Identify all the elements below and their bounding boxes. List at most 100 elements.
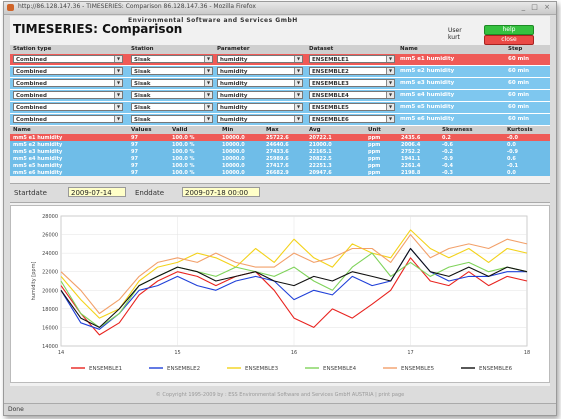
y-tick-label: 22000 <box>42 270 58 276</box>
dropdown-arrow-icon[interactable]: ▼ <box>114 116 122 122</box>
dropdown-arrow-icon[interactable]: ▼ <box>114 56 122 62</box>
statistics-table: Name Values Valid Min Max Avg Unit σ Ske… <box>10 126 550 176</box>
enddate-input[interactable]: 2009-07-18 00:00 <box>182 187 260 197</box>
col-station-type: Station type <box>13 46 52 52</box>
station-select[interactable]: Sisak ▼ <box>131 79 213 87</box>
dataset-select[interactable]: ENSEMBLE1 ▼ <box>309 55 395 63</box>
stat-col-kurtosis: Kurtosis <box>507 127 533 133</box>
dataset-select[interactable]: ENSEMBLE3 ▼ <box>309 79 395 87</box>
stat-col-max: Max <box>266 127 279 133</box>
dropdown-arrow-icon[interactable]: ▼ <box>386 92 394 98</box>
statistics-header: Name Values Valid Min Max Avg Unit σ Ske… <box>10 126 550 134</box>
statistics-row: mm5 e6 humidity 97 100.0 % 10000.0 26682.9 20… <box>10 169 550 176</box>
dropdown-arrow-icon[interactable]: ▼ <box>204 68 212 74</box>
dropdown-arrow-icon[interactable]: ▼ <box>294 116 302 122</box>
series-step: 60 min <box>508 56 530 62</box>
col-parameter: Parameter <box>217 46 250 52</box>
dropdown-arrow-icon[interactable]: ▼ <box>386 80 394 86</box>
page-content: Environmental Software and Services GmbH… <box>10 16 550 386</box>
dataset-select-value: ENSEMBLE1 <box>312 57 349 63</box>
series-step: 60 min <box>508 92 530 98</box>
station-type-select[interactable]: Combined ▼ <box>13 79 123 87</box>
humidity-chart: 28000 26000 24000 22000 20000 18000 16000 14000… <box>10 205 550 383</box>
y-tick-label: 20000 <box>42 288 58 294</box>
series-step: 60 min <box>508 68 530 74</box>
dropdown-arrow-icon[interactable]: ▼ <box>204 104 212 110</box>
stat-col-unit: Unit <box>368 127 381 133</box>
stat-col-sigma: σ <box>401 127 406 133</box>
window-controls[interactable]: _ □ × <box>522 3 552 11</box>
dropdown-arrow-icon[interactable]: ▼ <box>294 80 302 86</box>
station-type-select[interactable]: Combined ▼ <box>13 55 123 63</box>
statistics-row: mm5 e2 humidity 97 100.0 % 10000.0 24640.6 21… <box>10 141 550 148</box>
startdate-input[interactable]: 2009-07-14 <box>68 187 126 197</box>
dropdown-arrow-icon[interactable]: ▼ <box>294 56 302 62</box>
legend-label: ENSEMBLE5 <box>401 366 435 372</box>
parameter-select[interactable]: humidity ▼ <box>217 115 303 123</box>
dropdown-arrow-icon[interactable]: ▼ <box>114 68 122 74</box>
close-button[interactable]: close <box>484 35 534 45</box>
station-type-select-value: Combined <box>16 69 47 75</box>
dataset-select[interactable]: ENSEMBLE5 ▼ <box>309 103 395 111</box>
station-select[interactable]: Sisak ▼ <box>131 91 213 99</box>
help-button[interactable]: help <box>484 25 534 35</box>
station-type-select-value: Combined <box>16 81 47 87</box>
station-type-select[interactable]: Combined ▼ <box>13 103 123 111</box>
user-name: kurt <box>448 34 460 41</box>
station-type-select[interactable]: Combined ▼ <box>13 91 123 99</box>
legend-label: ENSEMBLE2 <box>167 366 200 372</box>
stat-col-skewness: Skewness <box>442 127 473 133</box>
dataset-select[interactable]: ENSEMBLE6 ▼ <box>309 115 395 123</box>
stat-name: mm5 e6 humidity <box>13 170 63 176</box>
y-tick-label: 16000 <box>42 325 58 331</box>
dropdown-arrow-icon[interactable]: ▼ <box>204 56 212 62</box>
station-type-select[interactable]: Combined ▼ <box>13 67 123 75</box>
parameter-select-value: humidity <box>220 57 248 63</box>
station-select[interactable]: Sisak ▼ <box>131 115 213 123</box>
y-tick-label: 24000 <box>42 251 58 257</box>
parameter-select[interactable]: humidity ▼ <box>217 103 303 111</box>
x-tick-label: 15 <box>174 350 180 356</box>
dataset-select-value: ENSEMBLE2 <box>312 69 349 75</box>
parameter-select[interactable]: humidity ▼ <box>217 91 303 99</box>
window-titlebar[interactable]: http://86.128.147.36 - TIMESERIES: Compa… <box>4 2 556 15</box>
status-text: Done <box>8 406 24 413</box>
dropdown-arrow-icon[interactable]: ▼ <box>386 68 394 74</box>
dataset-select[interactable]: ENSEMBLE4 ▼ <box>309 91 395 99</box>
dropdown-arrow-icon[interactable]: ▼ <box>294 68 302 74</box>
page-footer[interactable]: © Copyright 1995-2009 by : ESS Environme… <box>10 388 550 402</box>
dataset-select[interactable]: ENSEMBLE2 ▼ <box>309 67 395 75</box>
series-name: mm5 e3 humidity <box>400 80 455 86</box>
dropdown-arrow-icon[interactable]: ▼ <box>204 80 212 86</box>
dropdown-arrow-icon[interactable]: ▼ <box>386 116 394 122</box>
y-tick-label: 28000 <box>42 214 58 220</box>
dropdown-arrow-icon[interactable]: ▼ <box>386 104 394 110</box>
station-type-select[interactable]: Combined ▼ <box>13 115 123 123</box>
dropdown-arrow-icon[interactable]: ▼ <box>114 104 122 110</box>
dropdown-arrow-icon[interactable]: ▼ <box>386 56 394 62</box>
dropdown-arrow-icon[interactable]: ▼ <box>294 92 302 98</box>
stat-col-avg: Avg <box>309 127 321 133</box>
stat-col-values: Values <box>131 127 152 133</box>
station-type-select-value: Combined <box>16 105 47 111</box>
stat-skewness: -0.3 <box>442 170 453 176</box>
selection-row: Combined ▼ Sisak ▼ humidity ▼ ENSEMBLE2 ▼ mm5 e2… <box>10 66 550 78</box>
x-tick-label: 17 <box>407 350 413 356</box>
station-select[interactable]: Sisak ▼ <box>131 103 213 111</box>
parameter-select-value: humidity <box>220 81 248 87</box>
parameter-select-value: humidity <box>220 69 248 75</box>
parameter-select[interactable]: humidity ▼ <box>217 55 303 63</box>
parameter-select[interactable]: humidity ▼ <box>217 67 303 75</box>
station-select[interactable]: Sisak ▼ <box>131 55 213 63</box>
dropdown-arrow-icon[interactable]: ▼ <box>114 92 122 98</box>
dropdown-arrow-icon[interactable]: ▼ <box>294 104 302 110</box>
dataset-select-value: ENSEMBLE4 <box>312 93 349 99</box>
dropdown-arrow-icon[interactable]: ▼ <box>204 92 212 98</box>
dataset-select-value: ENSEMBLE6 <box>312 117 349 123</box>
dropdown-arrow-icon[interactable]: ▼ <box>204 116 212 122</box>
station-select[interactable]: Sisak ▼ <box>131 67 213 75</box>
dropdown-arrow-icon[interactable]: ▼ <box>114 80 122 86</box>
stat-values: 97 <box>131 170 138 176</box>
window-title: http://86.128.147.36 - TIMESERIES: Compa… <box>18 3 256 10</box>
parameter-select[interactable]: humidity ▼ <box>217 79 303 87</box>
